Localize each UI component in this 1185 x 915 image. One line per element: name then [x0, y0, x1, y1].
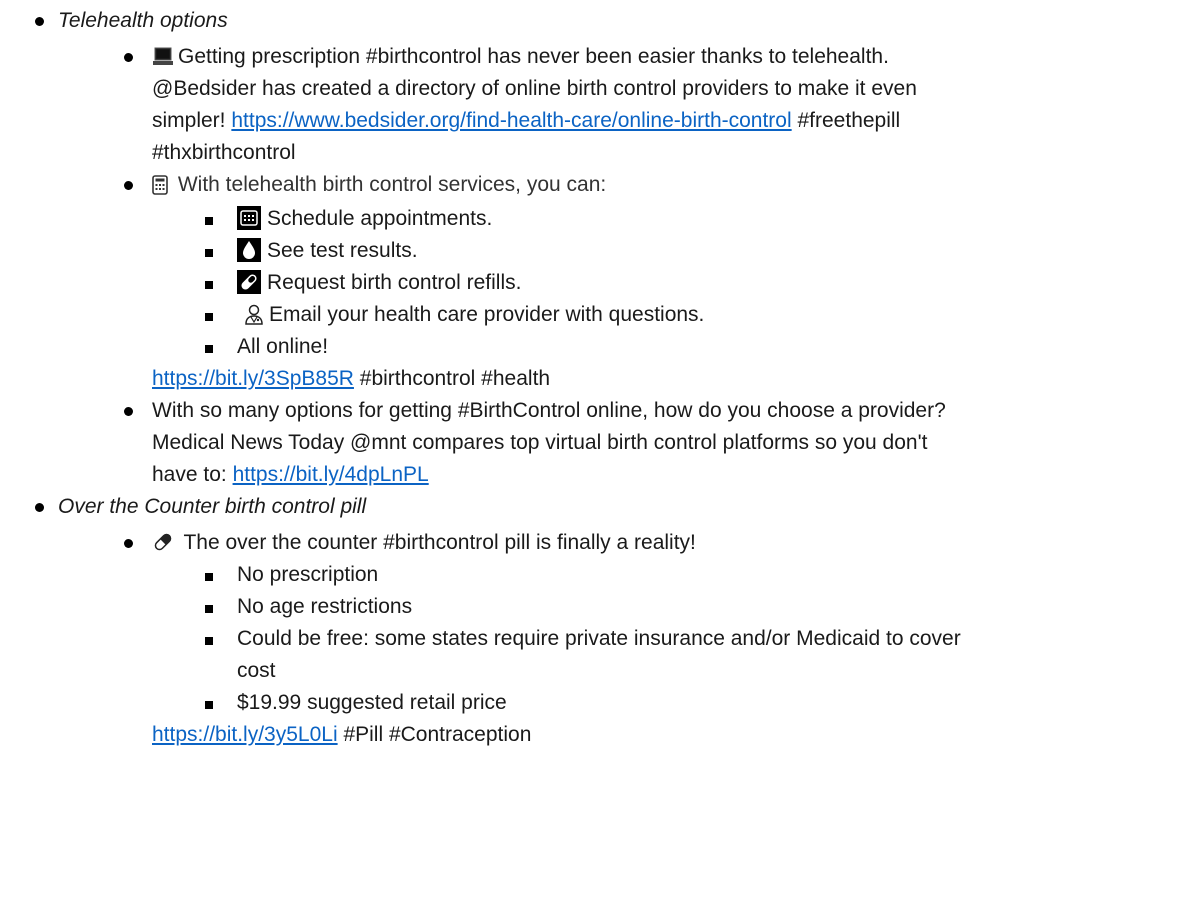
post-line: Medical News Today @mnt compares top vir… [152, 431, 928, 454]
post-line: https://bit.ly/3y5L0Li #Pill #Contracept… [152, 723, 532, 746]
bitly-link[interactable]: https://bit.ly/3y5L0Li [152, 723, 338, 746]
bullet [205, 313, 213, 321]
list-item: Schedule appointments. [237, 204, 492, 234]
post-line: The over the counter #birthcontrol pill … [152, 528, 696, 558]
bedsider-link[interactable]: https://www.bedsider.org/find-health-car… [231, 109, 791, 132]
bullet [205, 281, 213, 289]
list-item: cost [237, 659, 276, 682]
section-heading: Telehealth options [58, 9, 228, 32]
pill-icon [237, 270, 261, 294]
calendar-icon [237, 206, 261, 230]
bullet [124, 407, 133, 416]
list-item: $19.99 suggested retail price [237, 691, 507, 714]
bullet [205, 345, 213, 353]
bullet [205, 701, 213, 709]
bitly-link[interactable]: https://bit.ly/3SpB85R [152, 367, 354, 390]
bullet [205, 573, 213, 581]
bullet [205, 637, 213, 645]
list-item: See test results. [237, 236, 418, 266]
bullet [124, 539, 133, 548]
post-line: have to: https://bit.ly/4dpLnPL [152, 463, 429, 486]
bullet [124, 181, 133, 190]
post-line: Getting prescription #birthcontrol has n… [152, 42, 889, 72]
bullet [205, 217, 213, 225]
list-item: Email your health care provider with que… [237, 300, 704, 330]
list-item: Request birth control refills. [237, 268, 521, 298]
pill-icon [154, 533, 172, 551]
post-line: @Bedsider has created a directory of onl… [152, 77, 917, 100]
calculator-icon [152, 175, 168, 195]
section-heading: Over the Counter birth control pill [58, 495, 367, 518]
bullet [35, 503, 44, 512]
bullet [124, 53, 133, 62]
document-page: Telehealth options Getting prescription … [0, 0, 1185, 915]
drop-icon [237, 238, 261, 262]
post-line: With so many options for getting #BirthC… [152, 399, 946, 422]
post-line: #thxbirthcontrol [152, 141, 296, 164]
bitly-link[interactable]: https://bit.ly/4dpLnPL [233, 463, 429, 486]
bullet [35, 17, 44, 26]
post-line: https://bit.ly/3SpB85R #birthcontrol #he… [152, 367, 551, 390]
doctor-icon [245, 304, 263, 325]
bullet [205, 605, 213, 613]
list-item: No age restrictions [237, 595, 413, 618]
list-item: All online! [237, 335, 329, 358]
list-item: Could be free: some states require priva… [237, 627, 961, 650]
post-line: With telehealth birth control services, … [152, 170, 606, 200]
laptop-icon [153, 47, 173, 65]
post-line: simpler! https://www.bedsider.org/find-h… [152, 109, 901, 132]
bullet [205, 249, 213, 257]
list-item: No prescription [237, 563, 379, 586]
